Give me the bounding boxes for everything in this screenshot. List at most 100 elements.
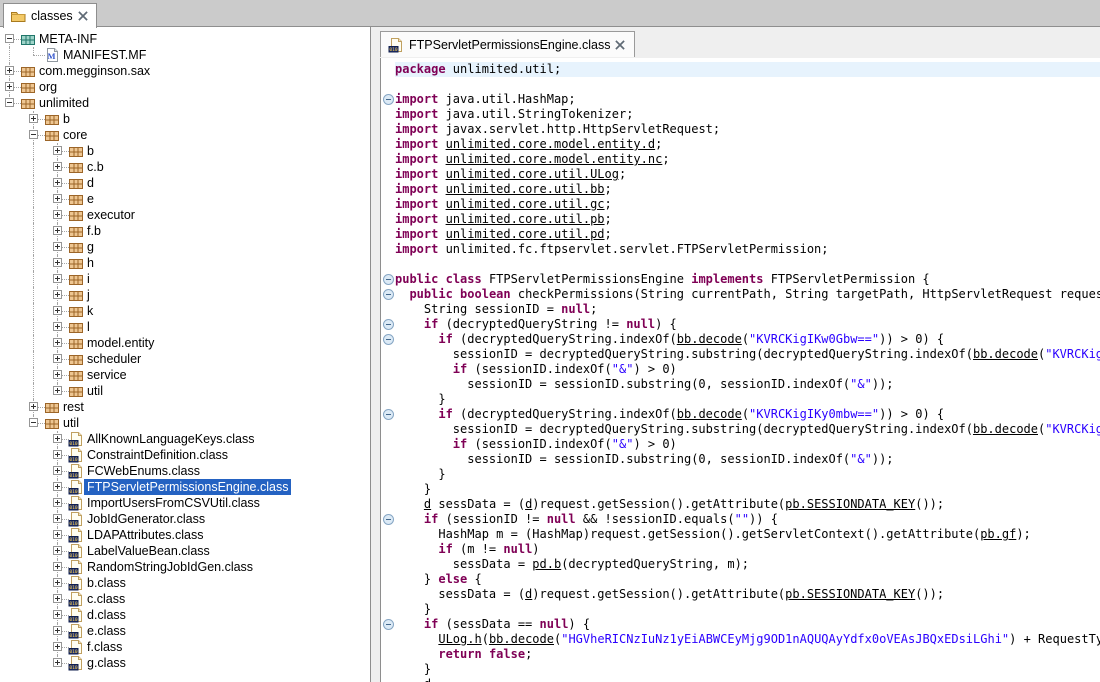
tree-item-label[interactable]: util — [60, 415, 82, 431]
expand-plus-icon[interactable] — [53, 210, 62, 219]
tree-item[interactable]: b — [0, 143, 370, 159]
expand-plus-icon[interactable] — [53, 242, 62, 251]
tree-item-label[interactable]: j — [84, 287, 93, 303]
code-editor[interactable]: package unlimited.util; import java.util… — [380, 58, 1100, 682]
code-link[interactable]: bb.decode — [677, 407, 742, 421]
code-link[interactable]: unlimited.core.model.entity.d — [446, 137, 656, 151]
fold-toggle-icon[interactable] — [383, 289, 394, 300]
tree-item-label[interactable]: FCWebEnums.class — [84, 463, 203, 479]
tree-item-label[interactable]: META-INF — [36, 31, 100, 47]
tree-item-label[interactable]: rest — [60, 399, 87, 415]
expand-plus-icon[interactable] — [53, 290, 62, 299]
code-link[interactable]: bb.decode — [489, 632, 554, 646]
expand-plus-icon[interactable] — [53, 610, 62, 619]
tree-item-label[interactable]: f.class — [84, 639, 125, 655]
close-icon[interactable] — [615, 40, 625, 50]
tree-item-label[interactable]: c.class — [84, 591, 128, 607]
expand-plus-icon[interactable] — [5, 66, 14, 75]
tree-item[interactable]: util — [0, 383, 370, 399]
tree-item-label[interactable]: d — [84, 175, 97, 191]
tree-item[interactable]: 010c.class — [0, 591, 370, 607]
tree-item-label[interactable]: JobIdGenerator.class — [84, 511, 208, 527]
tree-item-label[interactable]: unlimited — [36, 95, 92, 111]
expand-plus-icon[interactable] — [53, 274, 62, 283]
expand-plus-icon[interactable] — [53, 322, 62, 331]
code-link[interactable]: unlimited.core.util.gc — [446, 197, 605, 211]
tree-item-label[interactable]: k — [84, 303, 96, 319]
tree-item-label[interactable]: i — [84, 271, 93, 287]
expand-plus-icon[interactable] — [29, 114, 38, 123]
expand-plus-icon[interactable] — [53, 178, 62, 187]
expand-plus-icon[interactable] — [53, 306, 62, 315]
tree-item-label[interactable]: l — [84, 319, 93, 335]
code-link[interactable]: unlimited.core.model.entity.nc — [446, 152, 663, 166]
expand-plus-icon[interactable] — [53, 562, 62, 571]
code-link[interactable]: unlimited.core.util.ULog — [446, 167, 619, 181]
tree-item[interactable]: 010FTPServletPermissionsEngine.class — [0, 479, 370, 495]
expand-plus-icon[interactable] — [53, 354, 62, 363]
tree-item-label[interactable]: AllKnownLanguageKeys.class — [84, 431, 257, 447]
tree-item[interactable]: 010f.class — [0, 639, 370, 655]
code-link[interactable]: pb.SESSIONDATA_KEY — [785, 587, 915, 601]
tree-item[interactable]: j — [0, 287, 370, 303]
tree-item-label[interactable]: RandomStringJobIdGen.class — [84, 559, 256, 575]
tree-item-label[interactable]: h — [84, 255, 97, 271]
tree-item[interactable]: f.b — [0, 223, 370, 239]
tree-item[interactable]: model.entity — [0, 335, 370, 351]
fold-toggle-icon[interactable] — [383, 319, 394, 330]
tree-item-label[interactable]: ConstraintDefinition.class — [84, 447, 231, 463]
expand-plus-icon[interactable] — [53, 498, 62, 507]
tree-item[interactable]: c.b — [0, 159, 370, 175]
expand-plus-icon[interactable] — [53, 450, 62, 459]
tree-item-label[interactable]: service — [84, 367, 130, 383]
tree-item[interactable]: 010FCWebEnums.class — [0, 463, 370, 479]
tree-item[interactable]: 010g.class — [0, 655, 370, 671]
expand-plus-icon[interactable] — [53, 482, 62, 491]
tree-item[interactable]: 010LabelValueBean.class — [0, 543, 370, 559]
tree-item[interactable]: org — [0, 79, 370, 95]
tree-item[interactable]: h — [0, 255, 370, 271]
expand-plus-icon[interactable] — [53, 194, 62, 203]
tree-item[interactable]: unlimited — [0, 95, 370, 111]
tree-item[interactable]: 010ImportUsersFromCSVUtil.class — [0, 495, 370, 511]
tree-item[interactable]: META-INF — [0, 31, 370, 47]
code-link[interactable]: unlimited.core.util.pb — [446, 212, 605, 226]
tree-item-label[interactable]: LDAPAttributes.class — [84, 527, 206, 543]
tree-item[interactable]: 010e.class — [0, 623, 370, 639]
expand-plus-icon[interactable] — [53, 578, 62, 587]
tree-item-label[interactable]: MANIFEST.MF — [60, 47, 149, 63]
expand-plus-icon[interactable] — [53, 514, 62, 523]
tree-item-label[interactable]: executor — [84, 207, 138, 223]
collapse-minus-icon[interactable] — [29, 130, 38, 139]
tree-item[interactable]: util — [0, 415, 370, 431]
tree-item-label[interactable]: g — [84, 239, 97, 255]
tree-item-label[interactable]: e.class — [84, 623, 129, 639]
close-icon[interactable] — [78, 11, 88, 21]
code-link[interactable]: ULog.h — [438, 632, 481, 646]
tree-item[interactable]: MMANIFEST.MF — [0, 47, 370, 63]
expand-plus-icon[interactable] — [29, 402, 38, 411]
tree-item-label[interactable]: f.b — [84, 223, 104, 239]
tree-item-label[interactable]: b — [60, 111, 73, 127]
expand-plus-icon[interactable] — [53, 658, 62, 667]
expand-plus-icon[interactable] — [53, 530, 62, 539]
tree-item[interactable]: 010RandomStringJobIdGen.class — [0, 559, 370, 575]
tree-item[interactable]: l — [0, 319, 370, 335]
tree-item[interactable]: com.megginson.sax — [0, 63, 370, 79]
tree-item-label[interactable]: org — [36, 79, 60, 95]
tree-item[interactable]: d — [0, 175, 370, 191]
tree-item-label[interactable]: e — [84, 191, 97, 207]
tree-item[interactable]: b — [0, 111, 370, 127]
tree-item-label[interactable]: core — [60, 127, 90, 143]
collapse-minus-icon[interactable] — [29, 418, 38, 427]
expand-plus-icon[interactable] — [53, 434, 62, 443]
expand-plus-icon[interactable] — [53, 370, 62, 379]
code-link[interactable]: unlimited.core.util.bb — [446, 182, 605, 196]
tree-item[interactable]: executor — [0, 207, 370, 223]
tab-editor[interactable]: 010 FTPServletPermissionsEngine.class — [380, 31, 635, 57]
expand-plus-icon[interactable] — [53, 546, 62, 555]
tree-item[interactable]: 010b.class — [0, 575, 370, 591]
tree-item[interactable]: k — [0, 303, 370, 319]
tree-item[interactable]: scheduler — [0, 351, 370, 367]
code-link[interactable]: bb.decode — [973, 347, 1038, 361]
